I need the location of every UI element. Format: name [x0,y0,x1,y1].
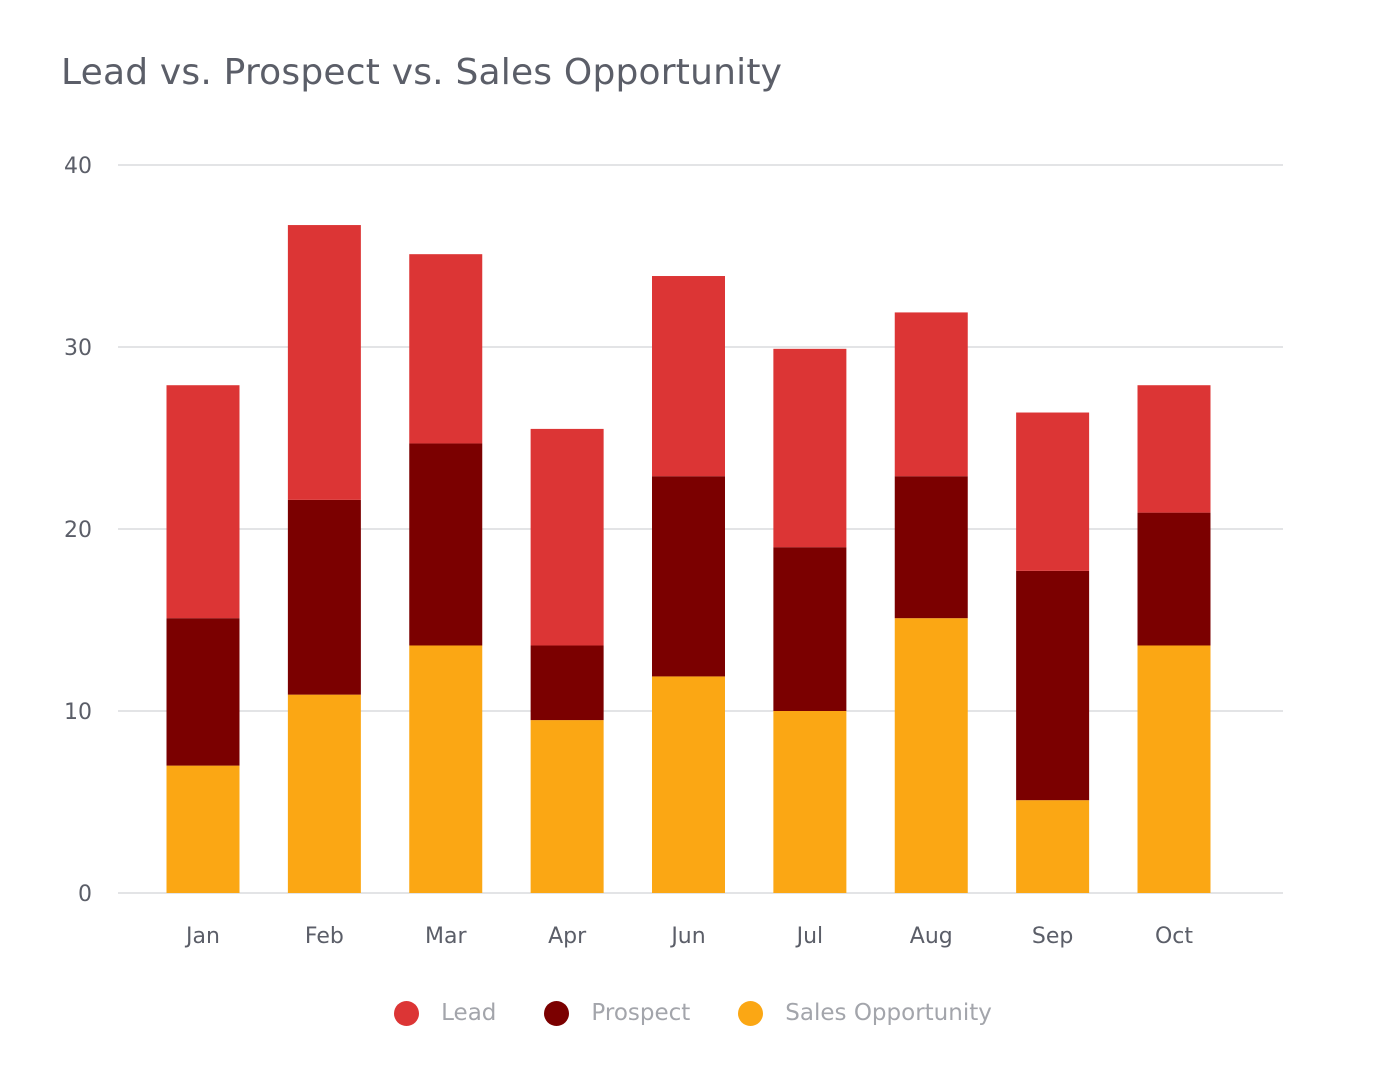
legend: Lead Prospect Sales Opportunity [0,1000,1386,1026]
x-tick-label: Oct [1155,924,1193,949]
bar-stack-jan [166,385,240,893]
bar-stack-apr [530,428,604,893]
bar-stack-feb [287,225,361,893]
bar-prospect-jan[interactable] [166,618,240,766]
bar-prospect-jul[interactable] [773,547,847,711]
x-tick-label: Apr [548,924,587,949]
bar-sales-opportunity-jun[interactable] [652,676,725,893]
bar-lead-sep[interactable] [1016,412,1090,571]
legend-label: Sales Opportunity [785,1000,992,1026]
bar-lead-apr[interactable] [530,428,604,646]
bar-sales-opportunity-mar[interactable] [409,645,483,893]
bar-stack-aug [894,312,968,893]
x-tick-label: Aug [910,924,953,949]
bar-lead-feb[interactable] [287,225,361,500]
x-tick-label: Feb [305,924,344,949]
bar-lead-oct[interactable] [1137,385,1211,513]
legend-dot-icon [738,1000,764,1026]
x-tick-label: Jun [669,924,705,949]
y-axis-ticks: 0 10 20 30 40 [64,154,92,907]
bar-stack-jun [652,276,725,893]
legend-item-lead[interactable]: Lead [394,1000,496,1026]
bar-stack-mar [409,254,483,893]
x-tick-label: Jan [184,924,220,949]
bar-sales-opportunity-jul[interactable] [773,711,847,893]
bar-sales-opportunity-oct[interactable] [1137,645,1211,893]
bar-prospect-oct[interactable] [1137,512,1211,646]
legend-dot-icon [544,1000,570,1026]
legend-item-sales-opportunity[interactable]: Sales Opportunity [738,1000,992,1026]
legend-label: Prospect [591,1000,691,1026]
bar-sales-opportunity-aug[interactable] [894,618,968,893]
legend-item-prospect[interactable]: Prospect [544,1000,690,1026]
bar-prospect-sep[interactable] [1016,570,1090,801]
bar-sales-opportunity-jan[interactable] [166,765,240,893]
y-tick-label: 0 [78,882,92,907]
x-tick-label: Mar [425,924,467,949]
bar-prospect-aug[interactable] [894,476,968,619]
bar-lead-jul[interactable] [773,348,847,548]
stacked-bar-chart: 0 10 20 30 40 Jan Feb Mar Apr Jun Jul Aug Sep Oct [64,154,1283,949]
bar-prospect-feb[interactable] [287,499,361,695]
bar-lead-mar[interactable] [409,254,483,444]
bar-stack-sep [1016,412,1090,893]
bars [166,225,1211,893]
y-tick-label: 40 [64,154,92,179]
x-tick-label: Jul [795,924,824,949]
y-tick-label: 10 [64,700,92,725]
bar-prospect-jun[interactable] [652,476,725,677]
bar-sales-opportunity-feb[interactable] [287,694,361,893]
x-tick-label: Sep [1032,924,1073,949]
bar-lead-aug[interactable] [894,312,968,477]
bar-stack-jul [773,348,847,893]
bar-lead-jan[interactable] [166,385,240,619]
bar-prospect-mar[interactable] [409,443,483,646]
bar-prospect-apr[interactable] [530,645,604,721]
y-tick-label: 20 [64,518,92,543]
x-axis-labels: Jan Feb Mar Apr Jun Jul Aug Sep Oct [184,924,1193,949]
bar-lead-jun[interactable] [652,276,725,477]
bar-sales-opportunity-sep[interactable] [1016,800,1090,893]
y-tick-label: 30 [64,336,92,361]
bar-stack-oct [1137,385,1211,893]
bar-sales-opportunity-apr[interactable] [530,720,604,893]
legend-dot-icon [394,1000,420,1026]
legend-label: Lead [441,1000,497,1026]
